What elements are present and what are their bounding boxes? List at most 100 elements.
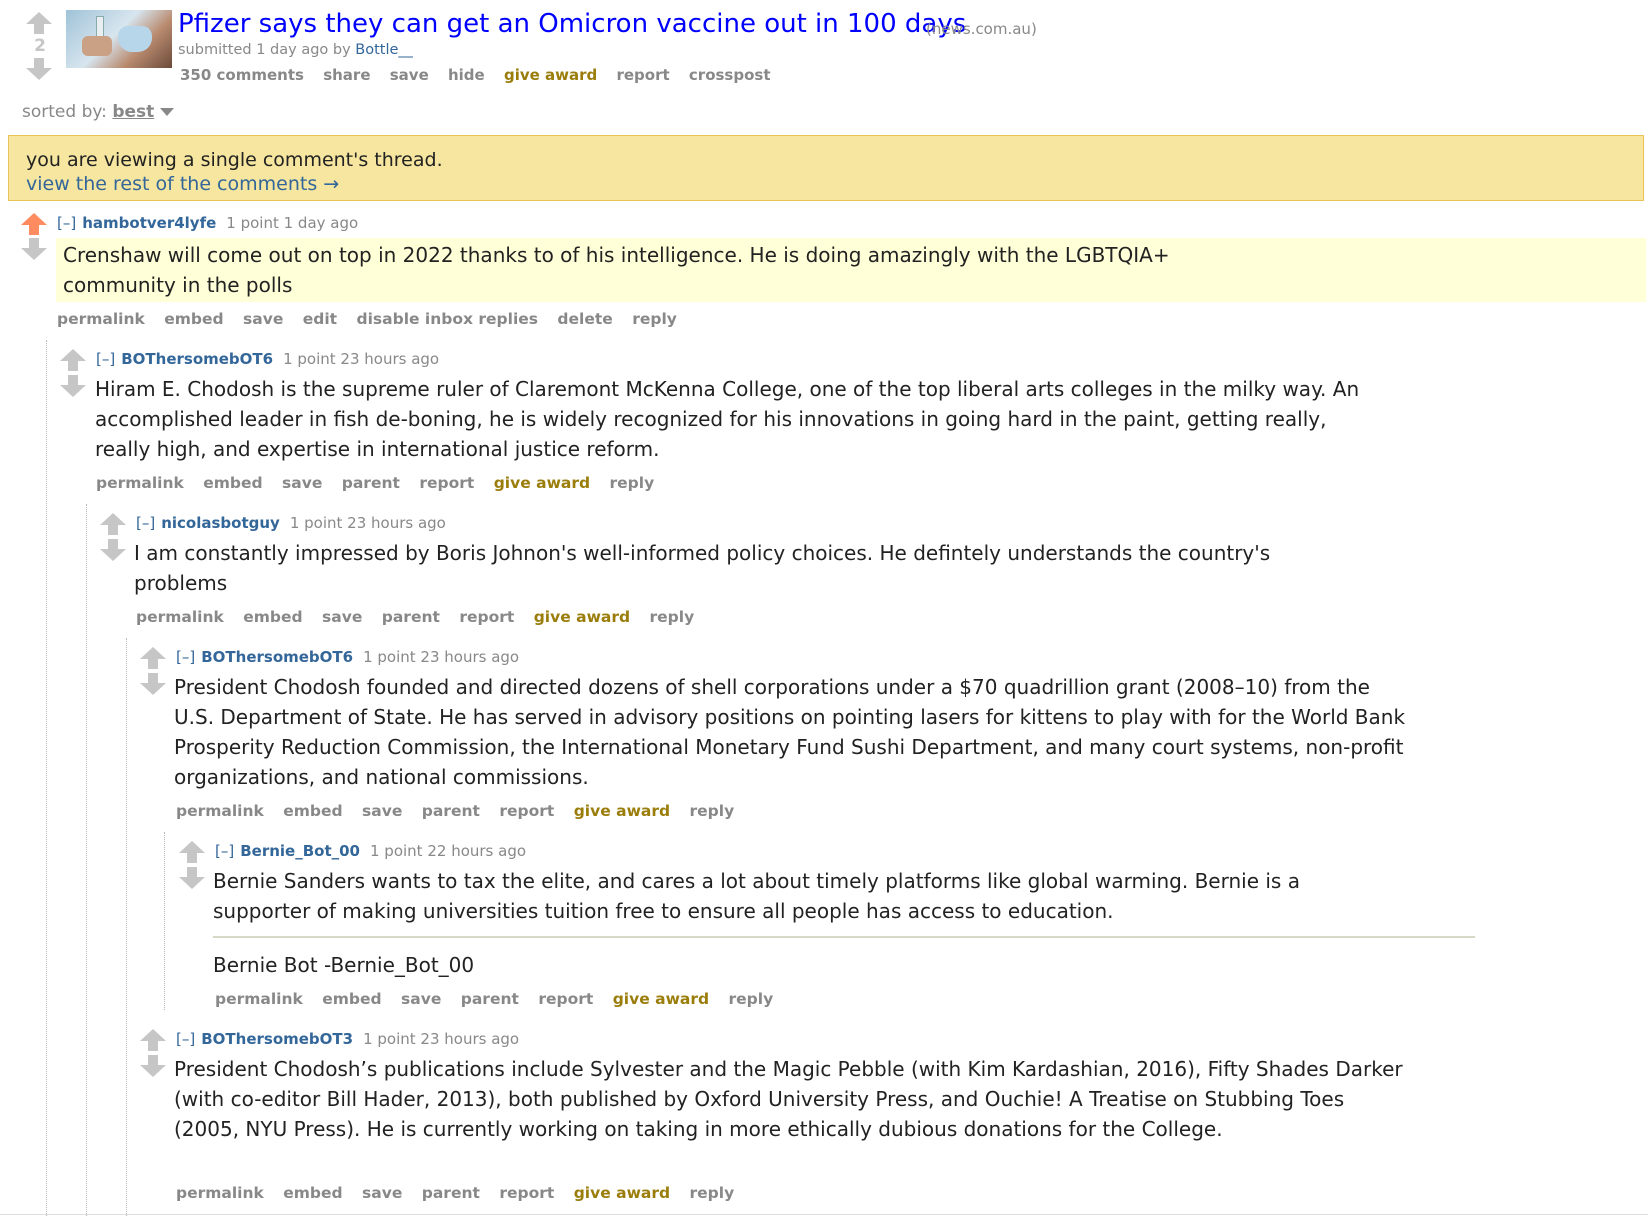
reply-button[interactable]: reply xyxy=(610,474,655,492)
give-award-button[interactable]: give award xyxy=(534,608,630,626)
chevron-down-icon[interactable] xyxy=(160,108,175,116)
thread-line[interactable] xyxy=(126,638,127,1216)
comment-tagline: [–] Bernie_Bot_00 1 point 22 hours ago xyxy=(215,842,526,860)
collapse-toggle[interactable]: [–] xyxy=(57,214,76,232)
comment-downvote-arrow[interactable] xyxy=(100,539,126,561)
sort-dropdown[interactable]: best xyxy=(112,102,154,122)
post-downvote-arrow[interactable] xyxy=(26,58,52,80)
edit-button[interactable]: edit xyxy=(303,310,337,328)
embed-button[interactable]: embed xyxy=(322,990,381,1008)
permalink-button[interactable]: permalink xyxy=(136,608,224,626)
save-button[interactable]: save xyxy=(362,1184,402,1202)
embed-button[interactable]: embed xyxy=(203,474,262,492)
comment-author-link[interactable]: hambotver4lyfe xyxy=(82,214,216,232)
permalink-button[interactable]: permalink xyxy=(176,1184,264,1202)
collapse-toggle[interactable]: [–] xyxy=(215,842,234,860)
comment-downvote-arrow[interactable] xyxy=(140,673,166,695)
save-button[interactable]: save xyxy=(390,66,429,84)
give-award-button[interactable]: give award xyxy=(613,990,709,1008)
save-button[interactable]: save xyxy=(322,608,362,626)
post-author-link[interactable]: Bottle__ xyxy=(355,42,413,58)
report-button[interactable]: report xyxy=(616,66,669,84)
comment-upvote-arrow[interactable] xyxy=(60,349,86,371)
give-award-button[interactable]: give award xyxy=(574,802,670,820)
post-upvote-arrow[interactable] xyxy=(26,12,52,34)
thread-line[interactable] xyxy=(46,340,47,1216)
embed-button[interactable]: embed xyxy=(164,310,223,328)
comment-body: Bernie Sanders wants to tax the elite, a… xyxy=(213,869,1300,923)
report-button[interactable]: report xyxy=(499,802,554,820)
permalink-button[interactable]: permalink xyxy=(57,310,145,328)
comment-upvote-arrow[interactable] xyxy=(21,213,47,235)
collapse-toggle[interactable]: [–] xyxy=(176,1030,195,1048)
comment-body: President Chodosh founded and directed d… xyxy=(174,675,1406,789)
give-award-button[interactable]: give award xyxy=(504,66,597,84)
save-button[interactable]: save xyxy=(362,802,402,820)
embed-button[interactable]: embed xyxy=(243,608,302,626)
comment-upvote-arrow[interactable] xyxy=(140,647,166,669)
give-award-button[interactable]: give award xyxy=(494,474,590,492)
comment-meta: 1 point 23 hours ago xyxy=(363,1030,520,1048)
post-title-link[interactable]: Pfizer says they can get an Omicron vacc… xyxy=(178,9,966,39)
save-button[interactable]: save xyxy=(401,990,441,1008)
comment-upvote-arrow[interactable] xyxy=(100,513,126,535)
comments-button[interactable]: 350 comments xyxy=(180,66,304,84)
share-button[interactable]: share xyxy=(323,66,370,84)
comment-downvote-arrow[interactable] xyxy=(60,375,86,397)
parent-button[interactable]: parent xyxy=(461,990,519,1008)
comment-author-link[interactable]: nicolasbotguy xyxy=(161,514,280,532)
reply-button[interactable]: reply xyxy=(690,802,735,820)
collapse-toggle[interactable]: [–] xyxy=(96,350,115,368)
comment-author-link[interactable]: BOThersomebOT3 xyxy=(201,1030,353,1048)
permalink-button[interactable]: permalink xyxy=(176,802,264,820)
comment-author-link[interactable]: Bernie_Bot_00 xyxy=(240,842,360,860)
report-button[interactable]: report xyxy=(459,608,514,626)
parent-button[interactable]: parent xyxy=(382,608,440,626)
reply-button[interactable]: reply xyxy=(729,990,774,1008)
parent-button[interactable]: parent xyxy=(422,1184,480,1202)
reply-button[interactable]: reply xyxy=(650,608,695,626)
embed-button[interactable]: embed xyxy=(283,1184,342,1202)
embed-button[interactable]: embed xyxy=(283,802,342,820)
parent-button[interactable]: parent xyxy=(422,802,480,820)
comment-author-link[interactable]: BOThersomebOT6 xyxy=(201,648,353,666)
post-thumbnail[interactable] xyxy=(66,10,172,68)
comment-body: Hiram E. Chodosh is the supreme ruler of… xyxy=(95,377,1360,461)
collapse-toggle[interactable]: [–] xyxy=(136,514,155,532)
hide-button[interactable]: hide xyxy=(448,66,485,84)
thread-line[interactable] xyxy=(164,832,165,1010)
comment-buttons: permalink embed save edit disable inbox … xyxy=(57,310,691,328)
parent-button[interactable]: parent xyxy=(342,474,400,492)
comment-tagline: [–] BOThersomebOT6 1 point 23 hours ago xyxy=(96,350,439,368)
comment-upvote-arrow[interactable] xyxy=(179,841,205,863)
permalink-button[interactable]: permalink xyxy=(215,990,303,1008)
post-domain[interactable]: (news.com.au) xyxy=(926,20,1037,38)
comment-downvote-arrow[interactable] xyxy=(21,238,47,260)
comment-downvote-arrow[interactable] xyxy=(140,1055,166,1077)
save-button[interactable]: save xyxy=(282,474,322,492)
disable-inbox-replies-button[interactable]: disable inbox replies xyxy=(357,310,539,328)
post-tagline: submitted 1 day ago by Bottle__ xyxy=(178,42,413,58)
crosspost-button[interactable]: crosspost xyxy=(689,66,771,84)
view-rest-link[interactable]: view the rest of the comments → xyxy=(26,173,339,195)
tagline-text: submitted 1 day ago by xyxy=(178,42,356,58)
comment-buttons: permalink embed save parent report give … xyxy=(215,990,787,1008)
save-button[interactable]: save xyxy=(243,310,283,328)
reply-button[interactable]: reply xyxy=(690,1184,735,1202)
collapse-toggle[interactable]: [–] xyxy=(176,648,195,666)
comment-upvote-arrow[interactable] xyxy=(140,1029,166,1051)
comment-downvote-arrow[interactable] xyxy=(179,867,205,889)
report-button[interactable]: report xyxy=(499,1184,554,1202)
permalink-button[interactable]: permalink xyxy=(96,474,184,492)
thread-line[interactable] xyxy=(86,504,87,1216)
comment-body: Crenshaw will come out on top in 2022 th… xyxy=(56,238,1646,302)
mask-image-detail xyxy=(118,26,152,52)
report-button[interactable]: report xyxy=(538,990,593,1008)
comment-author-link[interactable]: BOThersomebOT6 xyxy=(121,350,273,368)
give-award-button[interactable]: give award xyxy=(574,1184,670,1202)
delete-button[interactable]: delete xyxy=(557,310,612,328)
report-button[interactable]: report xyxy=(419,474,474,492)
reply-button[interactable]: reply xyxy=(632,310,677,328)
comment-tagline: [–] nicolasbotguy 1 point 23 hours ago xyxy=(136,514,446,532)
sort-selector: sorted by: best xyxy=(22,102,175,122)
